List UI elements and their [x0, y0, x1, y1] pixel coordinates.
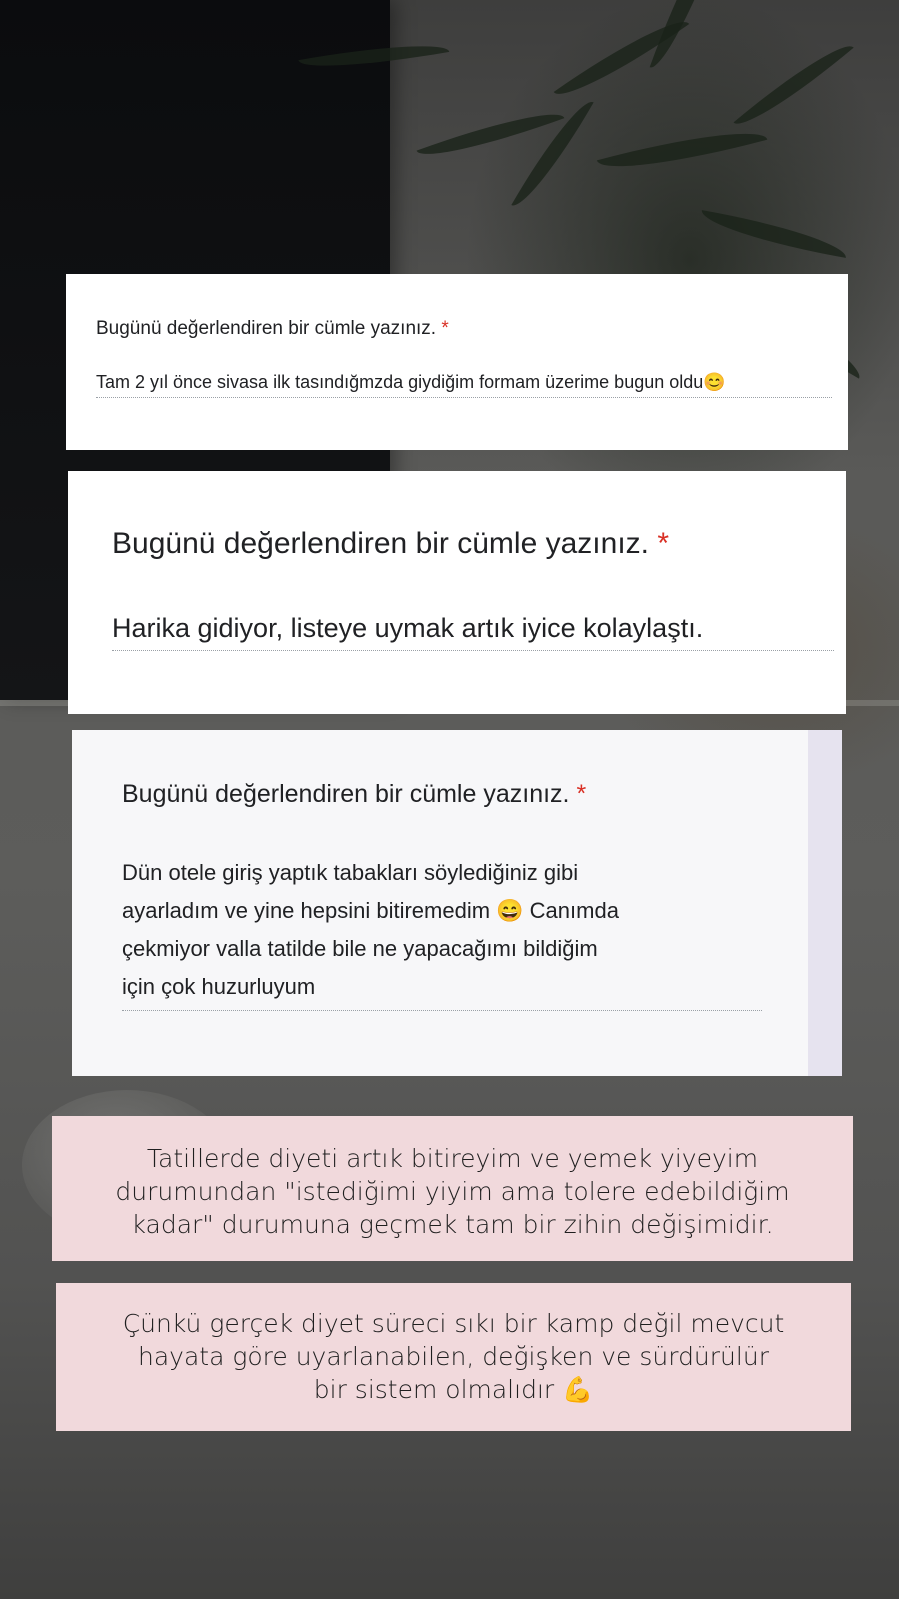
form-question-card-3: Bugünü değerlendiren bir cümle yazınız. … — [72, 730, 842, 1076]
answer-field[interactable]: Dün otele giriş yaptık tabakları söyledi… — [122, 854, 762, 1011]
required-asterisk: * — [576, 780, 587, 808]
form-question-card-1: Bugünü değerlendiren bir cümle yazınız. … — [66, 274, 848, 450]
card-side-strip — [808, 730, 842, 1076]
answer-text: Tam 2 yıl önce sivasa ilk tasındığmzda g… — [96, 372, 726, 392]
answer-line: Dün otele giriş yaptık tabakları söyledi… — [122, 860, 579, 885]
note-line: Tatillerde diyeti artık bitireyim ve yem… — [146, 1144, 759, 1173]
answer-line: çekmiyor valla tatilde bile ne yapacağım… — [122, 936, 598, 961]
note-line: Çünkü gerçek diyet süreci sıkı bir kamp … — [122, 1309, 785, 1338]
answer-text: Harika gidiyor, listeye uymak artık iyic… — [112, 613, 704, 643]
caption-note-2: Çünkü gerçek diyet süreci sıkı bir kamp … — [56, 1283, 851, 1431]
answer-line: ayarladım ve yine hepsini bitiremedim 😄 … — [122, 898, 619, 923]
answer-field[interactable]: Harika gidiyor, listeye uymak artık iyic… — [112, 613, 834, 651]
question-title: Bugünü değerlendiren bir cümle yazınız. … — [96, 318, 449, 339]
note-line: bir sistem olmalıdır 💪 — [313, 1375, 594, 1404]
question-title: Bugünü değerlendiren bir cümle yazınız. … — [122, 780, 587, 808]
answer-field[interactable]: Tam 2 yıl önce sivasa ilk tasındığmzda g… — [96, 372, 832, 398]
caption-note-1: Tatillerde diyeti artık bitireyim ve yem… — [52, 1116, 853, 1261]
note-line: kadar" durumuna geçmek tam bir zihin değ… — [131, 1210, 774, 1239]
answer-line: için çok huzurluyum — [122, 974, 316, 999]
note-line: durumundan "istediğimi yiyim ama tolere … — [115, 1177, 790, 1206]
required-asterisk: * — [441, 318, 449, 339]
form-question-card-2: Bugünü değerlendiren bir cümle yazınız. … — [68, 471, 846, 714]
note-line: hayata göre uyarlanabilen, değişken ve s… — [138, 1342, 769, 1371]
question-title: Bugünü değerlendiren bir cümle yazınız. … — [112, 527, 670, 560]
required-asterisk: * — [657, 527, 670, 560]
